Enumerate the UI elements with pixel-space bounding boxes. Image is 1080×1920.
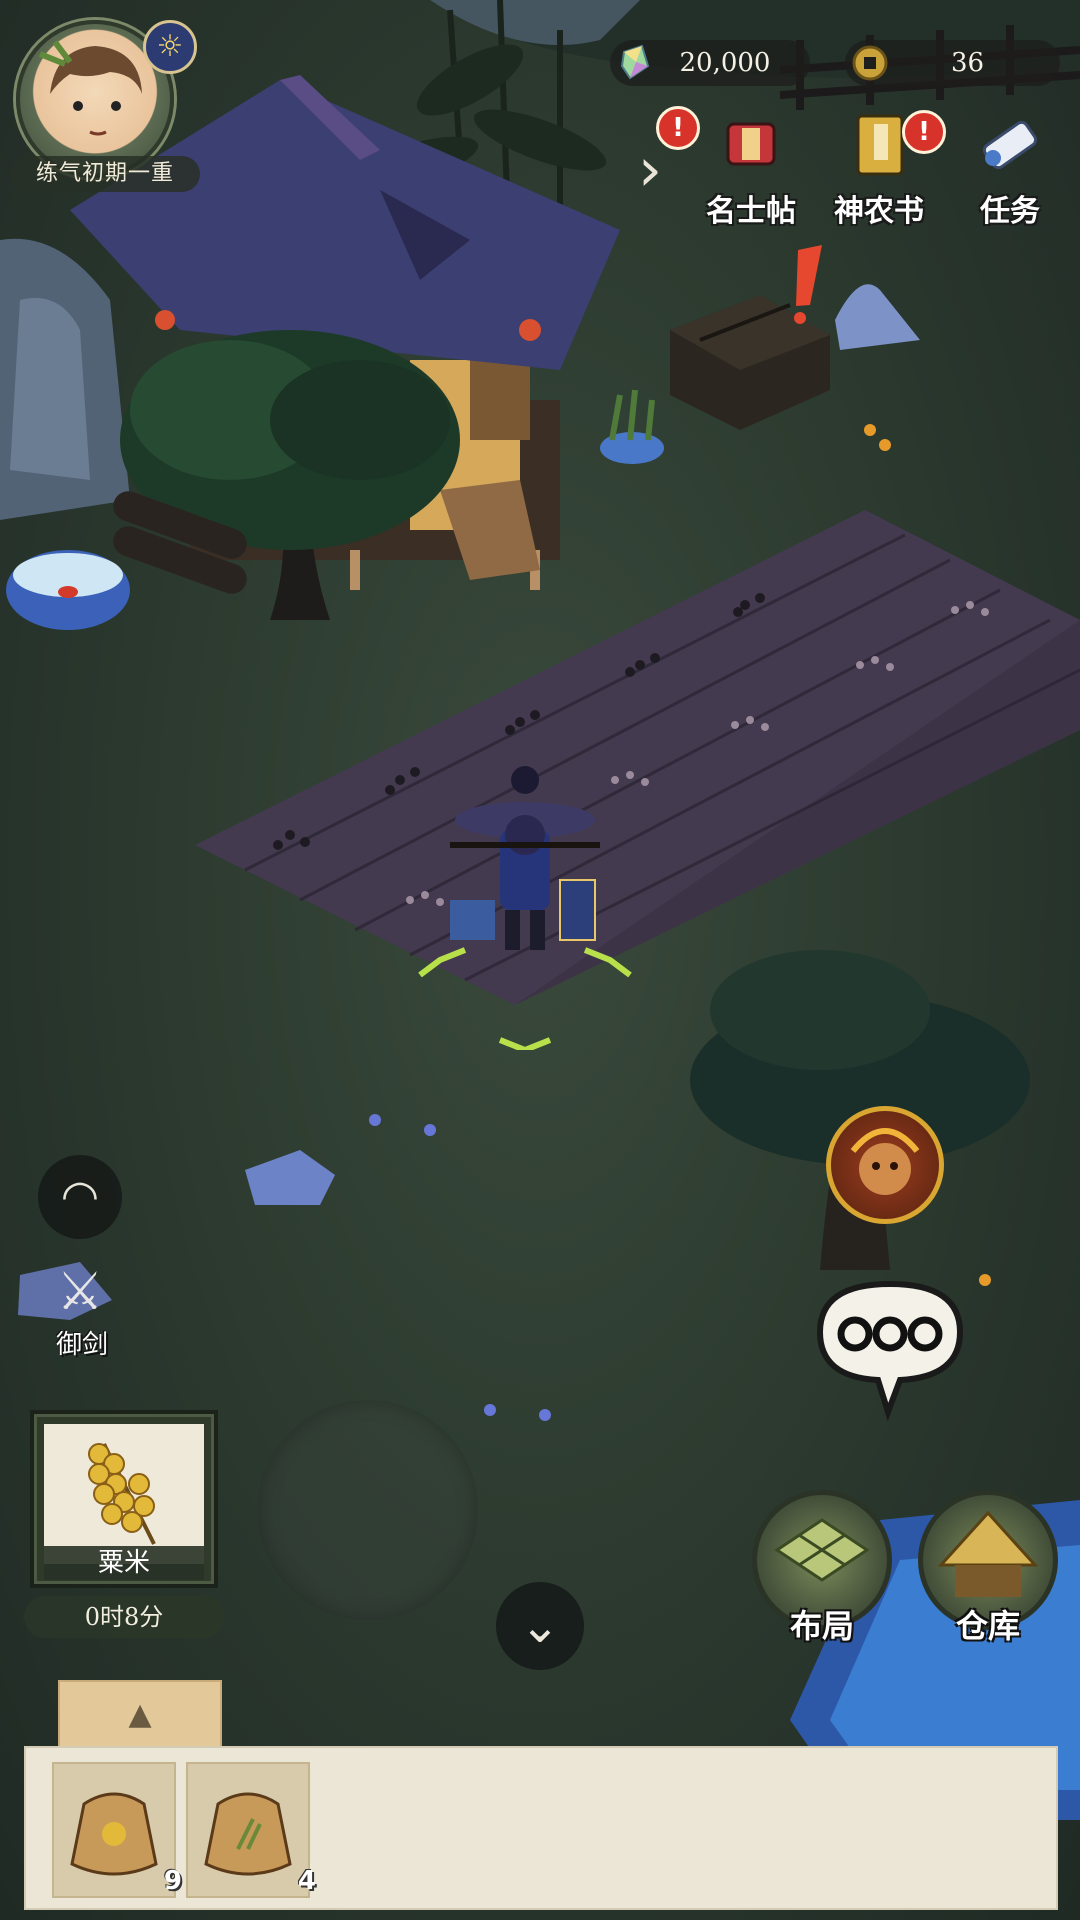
farm-field: [195, 510, 1080, 1005]
coin-amount: 36: [950, 48, 985, 78]
alert-badge: !: [902, 110, 946, 154]
seed-slot-grass[interactable]: 4: [186, 1762, 316, 1898]
seed-count: 4: [297, 1866, 316, 1896]
grass-seed-bag-icon: [204, 1792, 292, 1876]
storage-button[interactable]: 仓库: [918, 1490, 1058, 1645]
invitation-card-icon: [726, 122, 776, 166]
celebrity-invitation-button[interactable]: ! 名士帖: [656, 106, 806, 230]
eye-icon[interactable]: ◠: [38, 1155, 122, 1239]
house-tree: [120, 330, 460, 620]
scroll-icon: [982, 120, 1038, 170]
tasks-label: 任务: [980, 194, 1040, 229]
sword-flight-button[interactable]: ⚔ 御剑: [22, 1262, 142, 1372]
tasks-button[interactable]: 任务: [955, 110, 1065, 230]
sun-icon[interactable]: ☼: [143, 20, 197, 74]
seed-pile-icon[interactable]: ▲: [58, 1680, 222, 1750]
plant-pot: [600, 389, 664, 464]
farmer-sprite: [450, 766, 600, 950]
alert-badge: !: [656, 106, 700, 150]
seed-inventory-panel: 9 4: [24, 1746, 1058, 1910]
layout-label: 布局: [789, 1607, 854, 1645]
speech-bubble-icon[interactable]: [800, 1272, 980, 1422]
crop-image-frame: [44, 1424, 204, 1564]
wooden-crate: [670, 295, 830, 430]
crop-name: 粟米: [44, 1546, 204, 1580]
shennong-label: 神农书: [834, 194, 924, 229]
jade-currency: 20,000: [610, 40, 810, 86]
selected-crop-card[interactable]: 粟米: [30, 1410, 218, 1588]
millet-icon: [88, 1443, 156, 1545]
seed-count: 9: [163, 1866, 182, 1896]
crop-growth-timer: 0时8分: [24, 1596, 224, 1638]
fish-bowl: [6, 550, 130, 630]
monk-portrait-button[interactable]: [826, 1106, 944, 1224]
chevron-down-icon[interactable]: ⌄: [496, 1582, 584, 1670]
book-icon: [856, 114, 904, 176]
jade-amount: 20,000: [679, 48, 771, 78]
layout-button[interactable]: 布局: [752, 1490, 892, 1645]
chat-bubble: [816, 1280, 964, 1422]
shennong-book-button[interactable]: ! 神农书: [824, 110, 946, 230]
pine-tree: [690, 950, 1030, 1270]
millet-seed-bag-icon: [70, 1792, 158, 1876]
storage-label: 仓库: [955, 1607, 1020, 1645]
seed-slot-millet[interactable]: 9: [52, 1762, 182, 1898]
cultivation-rank: 练气初期一重: [10, 156, 200, 192]
sword-icon: ⚔: [56, 1262, 104, 1322]
sword-flight-label: 御剑: [55, 1330, 108, 1360]
monk-face-icon: [850, 1128, 920, 1195]
celebrity-label: 名士帖: [706, 194, 796, 229]
movement-joystick[interactable]: [258, 1400, 478, 1620]
game-viewport[interactable]: ☼ 练气初期一重 20,000 36 › ! 名士帖 ! 神农书 任务 ◠ ⚔ …: [0, 0, 1080, 1920]
coin-currency: 36: [845, 40, 1060, 86]
